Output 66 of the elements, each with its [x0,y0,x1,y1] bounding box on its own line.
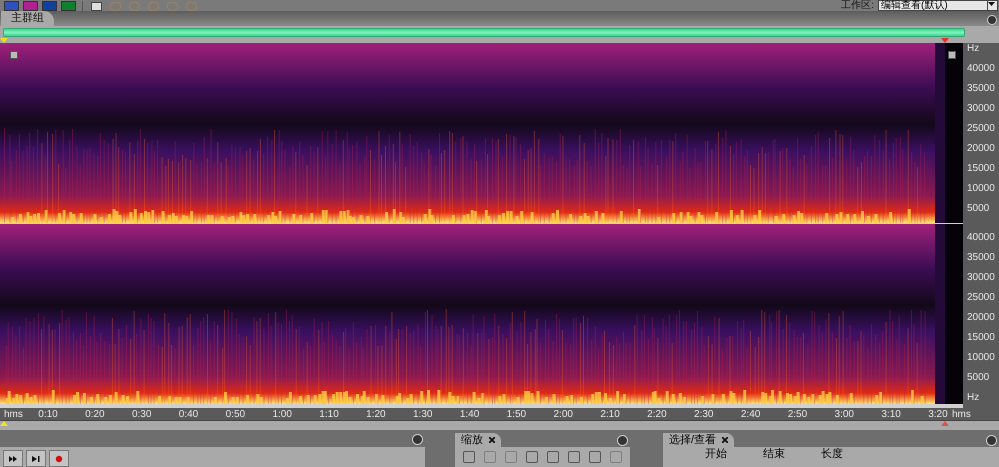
time-label: 2:20 [646,408,668,421]
skip-to-end-button[interactable] [26,450,46,467]
frequency-label: 30000 [966,270,996,285]
frequency-label: 35000 [966,250,996,265]
close-icon[interactable] [722,437,728,443]
overview-bar[interactable] [3,28,965,38]
caret-icon [987,1,997,10]
frequency-label: 35000 [966,82,996,96]
column-header: 长度 [821,448,843,461]
time-unit-label: hms [952,408,971,421]
frequency-label: 15000 [966,162,996,176]
spectrum-view-icon[interactable] [23,1,38,11]
frequency-label: 10000 [966,182,996,196]
time-label: 2:30 [693,408,714,421]
time-label: 1:50 [506,408,528,421]
panel-menu-icon[interactable] [986,435,997,446]
end-marker-icon[interactable] [941,38,949,43]
time-label: 2:00 [552,408,574,421]
time-label: 3:00 [834,408,855,421]
time-label: 0:40 [178,408,200,421]
column-header: 结束 [763,448,785,461]
frequency-label: 25000 [966,290,996,305]
frequency-label: Hz [966,42,980,56]
frequency-label: 15000 [966,330,996,345]
fast-forward-button[interactable] [3,450,23,467]
time-label: 3:20 [927,408,949,421]
column-header: 开始 [705,448,727,461]
frequency-label: 10000 [966,350,996,365]
time-label: 1:40 [458,408,480,421]
time-unit-label: hms [4,408,23,421]
frequency-label: 40000 [966,62,996,76]
workspace-dropdown[interactable]: 编辑查看(默认) [878,0,998,11]
time-label: 1:00 [271,408,293,421]
panel-menu-icon[interactable] [987,15,997,26]
frequency-label: 20000 [966,142,996,156]
frequency-label: 20000 [966,310,996,325]
frequency-label: 25000 [966,122,996,136]
frequency-label: 40000 [966,230,996,245]
frequency-label: 30000 [966,102,996,116]
time-label: 1:20 [365,408,387,421]
time-label: 1:30 [412,408,434,421]
time-label: 0:20 [84,408,106,421]
frequency-label: 5000 [966,370,990,385]
time-label: 2:50 [786,408,808,421]
time-label: 3:10 [880,408,902,421]
panel-tab[interactable]: 选择/查看 [663,433,734,447]
workspace-label: 工作区: [841,0,874,11]
time-label: 0:10 [37,408,59,421]
time-label: 2:40 [740,408,762,421]
time-label: 2:10 [599,408,621,421]
time-label: 1:10 [318,408,340,421]
close-icon[interactable] [489,437,495,443]
frequency-label: 5000 [966,202,990,216]
group-tab[interactable]: 主群组 [1,11,54,26]
time-label: 0:30 [130,408,152,421]
panel-menu-icon[interactable] [617,435,628,446]
panel-menu-icon[interactable] [412,434,423,445]
time-label: 0:50 [224,408,246,421]
spectrum-view-icon[interactable] [61,1,76,11]
record-icon [54,454,64,462]
panel-tab[interactable]: 缩放 [455,433,501,447]
frequency-label: Hz [966,390,980,405]
spectrum-view-icon[interactable] [4,1,19,11]
end-marker-icon[interactable] [941,421,949,426]
skip-to-end-icon [31,454,41,462]
fast-forward-icon [8,454,18,462]
